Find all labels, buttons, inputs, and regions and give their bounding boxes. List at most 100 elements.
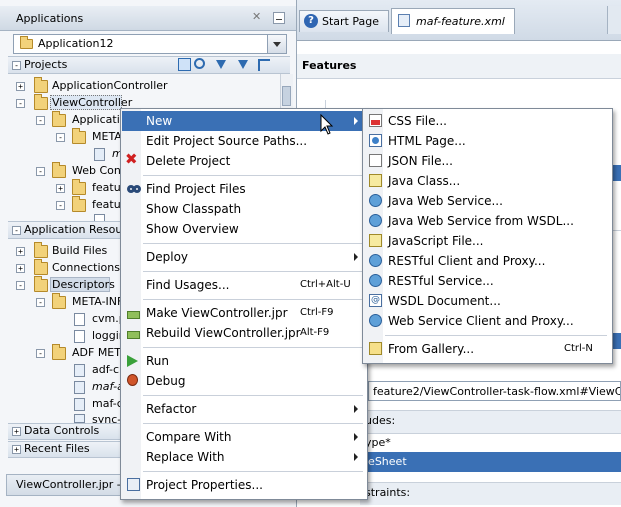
expand-icon[interactable]: +: [16, 82, 25, 91]
menu-item-debug[interactable]: Debug: [122, 371, 366, 391]
menu-separator: [143, 423, 363, 424]
folder-icon: [72, 128, 86, 144]
mouse-cursor-icon: [320, 114, 334, 135]
task-flow-path-value: feature2/ViewController-task-flow.xml#Vi…: [373, 385, 620, 398]
search-icon[interactable]: [194, 58, 205, 69]
minimize-panel-icon[interactable]: [273, 12, 285, 24]
delete-x-icon: ✖: [125, 150, 138, 168]
projects-section-header[interactable]: - Projects: [8, 56, 290, 74]
tree-item-descriptors[interactable]: Descriptors: [52, 278, 115, 291]
expand-data-controls-icon[interactable]: +: [12, 427, 21, 436]
application-selector-dropdown-button[interactable]: [267, 34, 287, 54]
collapse-icon[interactable]: -: [36, 349, 45, 358]
submenu-item-java-web-service[interactable]: Java Web Service...: [364, 191, 611, 211]
submenu-item-css-file[interactable]: CSS File...: [364, 111, 611, 131]
folder-icon: [34, 276, 48, 292]
menu-item-find-usages[interactable]: Find Usages... Ctrl+Alt-U: [122, 275, 366, 295]
submenu-arrow-icon: [354, 117, 358, 125]
application-selector-value: Application12: [38, 37, 114, 50]
tree-item-meta-inf-resources[interactable]: META-INF: [72, 295, 123, 308]
menu-item-show-overview[interactable]: Show Overview: [122, 219, 366, 239]
menu-separator: [143, 471, 363, 472]
tree-item-adf-config[interactable]: adf-c: [92, 363, 119, 376]
folder-icon: [34, 259, 48, 275]
submenu-item-restful-service[interactable]: RESTful Service...: [364, 271, 611, 291]
tree-item-sync-config[interactable]: sync-: [92, 413, 121, 423]
filter-dropdown-icon[interactable]: [238, 60, 248, 69]
rebuild-icon: [127, 331, 140, 339]
collapse-icon[interactable]: -: [36, 116, 45, 125]
collapse-icon[interactable]: -: [56, 201, 65, 210]
tab-start-page[interactable]: ? Start Page: [299, 10, 389, 32]
menu-item-show-classpath[interactable]: Show Classpath: [122, 199, 366, 219]
submenu-item-web-service-client[interactable]: Web Service Client and Proxy...: [364, 311, 611, 331]
xml-file-icon: [74, 364, 85, 377]
submenu-item-json-file[interactable]: JSON File...: [364, 151, 611, 171]
tree-item-connections[interactable]: Connections: [52, 261, 120, 274]
projects-title: Projects: [24, 58, 68, 71]
tree-item-web-content[interactable]: Web Cont: [72, 164, 125, 177]
make-icon: [127, 311, 140, 319]
filter-icon[interactable]: [216, 60, 226, 69]
tree-item-build-files[interactable]: Build Files: [52, 244, 107, 257]
selected-include-value: leSheet: [365, 455, 407, 468]
tree-item-maf-config[interactable]: maf-c: [92, 397, 123, 410]
submenu-item-restful-client[interactable]: RESTful Client and Proxy...: [364, 251, 611, 271]
sync-navigator-icon[interactable]: [178, 58, 191, 71]
xml-file-icon: [74, 414, 85, 423]
structure-panel-title: ViewController.jpr - S: [16, 478, 132, 491]
collapse-icon[interactable]: -: [56, 133, 65, 142]
tree-item-meta-inf[interactable]: META: [92, 130, 122, 143]
collapse-projects-icon[interactable]: -: [12, 61, 21, 70]
collapse-icon[interactable]: -: [16, 99, 25, 108]
menu-item-refactor[interactable]: Refactor: [122, 399, 366, 419]
new-submenu: CSS File... HTML Page... JSON File... Ja…: [362, 108, 613, 364]
submenu-item-java-class[interactable]: Java Class...: [364, 171, 611, 191]
collapse-icon[interactable]: -: [36, 167, 45, 176]
menu-item-make[interactable]: Make ViewController.jpr Ctrl-F9: [122, 303, 366, 323]
collapse-icon[interactable]: -: [16, 281, 25, 290]
properties-file-icon: [74, 330, 85, 343]
xml-feature-icon: [398, 14, 410, 27]
tree-item-application-controller[interactable]: ApplicationController: [52, 79, 168, 92]
submenu-separator: [385, 335, 607, 336]
menu-item-replace-with[interactable]: Replace With: [122, 447, 366, 467]
tab-start-page-label: Start Page: [322, 15, 379, 28]
tree-item-application-sources[interactable]: Applicatio: [72, 113, 127, 126]
shortcut-label: Ctrl-N: [564, 343, 593, 354]
recent-files-title: Recent Files: [24, 442, 90, 455]
menu-item-deploy[interactable]: Deploy: [122, 247, 366, 267]
expand-icon[interactable]: +: [16, 247, 25, 256]
submenu-item-from-gallery[interactable]: From Gallery... Ctrl-N: [364, 339, 611, 359]
json-file-icon: [369, 154, 382, 167]
application-selector[interactable]: Application12: [13, 34, 268, 54]
menu-item-project-properties[interactable]: Project Properties...: [122, 475, 366, 495]
expand-recent-files-icon[interactable]: +: [12, 445, 21, 454]
submenu-item-java-web-service-wsdl[interactable]: Java Web Service from WSDL...: [364, 211, 611, 231]
editor-tab-list-dropdown[interactable]: [607, 6, 621, 34]
expand-icon[interactable]: +: [16, 264, 25, 273]
shortcut-label: Ctrl-F9: [300, 307, 334, 318]
working-sets-icon[interactable]: [258, 59, 270, 71]
project-context-menu: New Edit Project Source Paths... ✖ Delet…: [120, 108, 368, 500]
projects-scrollbar-thumb[interactable]: [282, 86, 291, 106]
close-panel-icon[interactable]: ✕: [252, 11, 264, 23]
html-page-icon: [369, 134, 382, 147]
task-flow-path-field[interactable]: feature2/ViewController-task-flow.xml#Vi…: [368, 381, 621, 401]
menu-item-rebuild[interactable]: Rebuild ViewController.jpr Alt-F9: [122, 323, 366, 343]
java-web-service-icon: [369, 194, 382, 207]
submenu-item-wsdl-document[interactable]: @ WSDL Document...: [364, 291, 611, 311]
data-controls-title: Data Controls: [24, 424, 100, 437]
menu-item-find-project-files[interactable]: Find Project Files: [122, 179, 366, 199]
menu-item-compare-with[interactable]: Compare With: [122, 427, 366, 447]
collapse-icon[interactable]: -: [36, 298, 45, 307]
expand-icon[interactable]: +: [56, 184, 65, 193]
menu-item-delete-project[interactable]: ✖ Delete Project: [122, 151, 366, 171]
menu-item-run[interactable]: Run: [122, 351, 366, 371]
submenu-item-javascript-file[interactable]: JavaScript File...: [364, 231, 611, 251]
collapse-app-resources-icon[interactable]: -: [12, 226, 21, 235]
type-column-label: ype*: [365, 436, 391, 449]
submenu-item-html-page[interactable]: HTML Page...: [364, 131, 611, 151]
tab-maf-feature-xml[interactable]: maf-feature.xml: [391, 8, 515, 34]
tree-item-feature1[interactable]: featu: [92, 181, 121, 194]
